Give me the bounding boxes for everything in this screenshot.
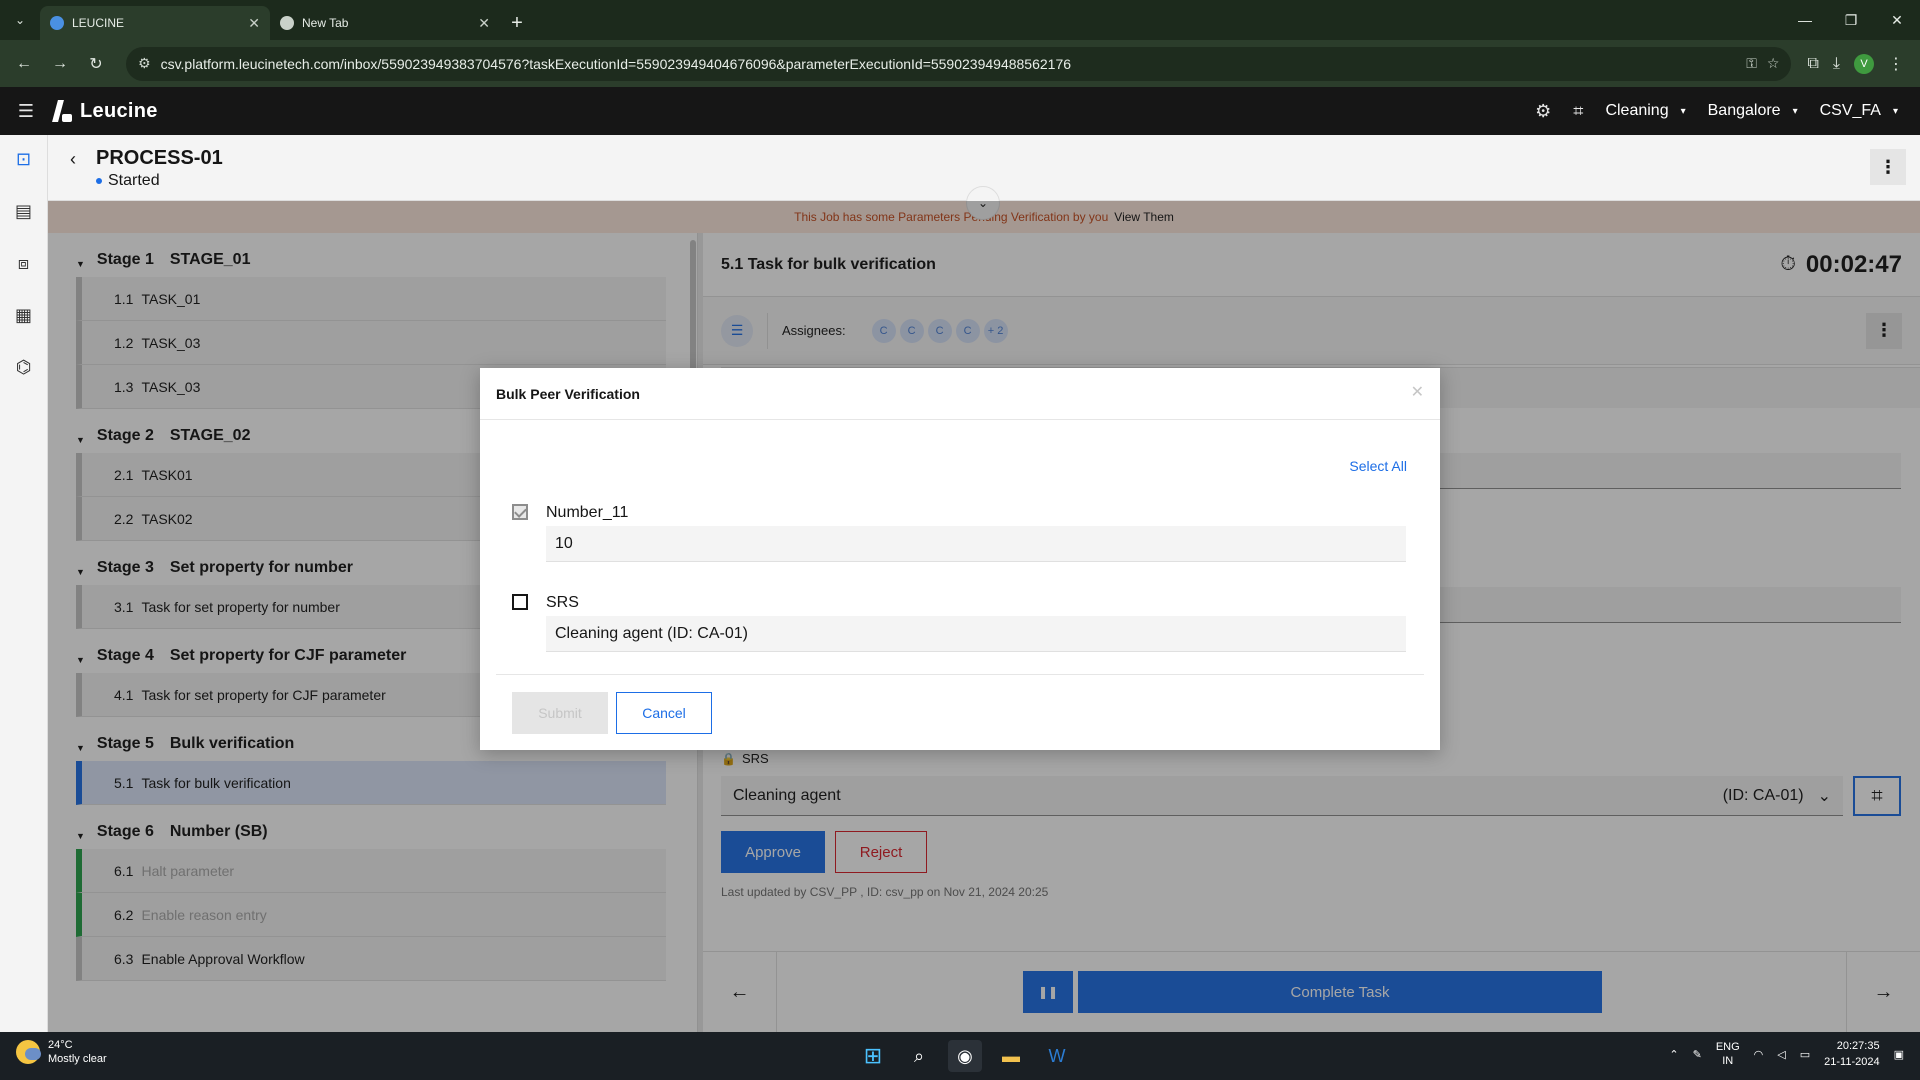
weather-widget[interactable]: 24°C Mostly clear	[16, 1038, 107, 1066]
chrome-app-icon[interactable]: ◉	[948, 1040, 982, 1072]
pen-menu-icon[interactable]: ✎	[1693, 1048, 1702, 1061]
cancel-button[interactable]: Cancel	[616, 692, 712, 734]
jobs-clipboard-icon[interactable]: ▤	[10, 197, 38, 225]
windows-taskbar: 24°C Mostly clear ⊞ ⌕ ◉ ▬ W ⌃ ✎ ENG IN ◠…	[0, 1032, 1920, 1080]
minimize-icon[interactable]: —	[1782, 0, 1828, 40]
browser-tab-bar: ⌄ LEUCINE ✕ New Tab ✕ + — ❐ ✕	[0, 0, 1920, 40]
battery-icon[interactable]: ▭	[1800, 1048, 1810, 1061]
submit-button[interactable]: Submit	[512, 692, 608, 734]
address-bar[interactable]: ⚙ csv.platform.leucinetech.com/inbox/559…	[126, 46, 1792, 81]
user-label: CSV_FA	[1819, 102, 1881, 119]
param-value-srs: Cleaning agent (ID: CA-01)	[546, 616, 1406, 652]
bookmark-star-icon[interactable]: ☆	[1767, 55, 1780, 72]
downloads-icon[interactable]: ⤓	[1833, 55, 1840, 73]
tab-title: New Tab	[302, 16, 349, 30]
tab-search-icon[interactable]: ⌄	[0, 0, 40, 40]
leucine-logo-icon	[52, 100, 74, 122]
leucine-favicon-icon	[50, 16, 64, 30]
wifi-icon[interactable]: ◠	[1754, 1048, 1764, 1061]
browser-tab-leucine[interactable]: LEUCINE ✕	[40, 6, 270, 40]
new-tab-plus-icon[interactable]: +	[500, 6, 534, 40]
temperature: 24°C	[48, 1039, 73, 1051]
language-2: IN	[1722, 1055, 1734, 1067]
hamburger-menu-icon[interactable]: ☰	[0, 101, 52, 122]
chevron-down-icon: ▾	[1892, 105, 1898, 117]
site-info-icon[interactable]: ⚙	[138, 55, 151, 72]
chevron-up-icon[interactable]: ⌃	[1669, 1048, 1678, 1061]
facility-dropdown[interactable]: Cleaning ▾	[1605, 102, 1685, 120]
param-name-number-11: Number_11	[546, 504, 629, 521]
time: 20:27:35	[1836, 1040, 1880, 1052]
inbox-icon[interactable]: ⊡	[10, 145, 38, 173]
windows-start-icon[interactable]: ⊞	[856, 1040, 890, 1072]
number-11-checkbox[interactable]	[512, 504, 528, 520]
chrome-favicon-icon	[280, 16, 294, 30]
file-explorer-icon[interactable]: ▬	[994, 1040, 1028, 1072]
job-title: PROCESS-01	[96, 147, 223, 169]
word-app-icon[interactable]: W	[1040, 1040, 1074, 1072]
profile-avatar[interactable]: V	[1854, 53, 1874, 74]
browser-menu-icon[interactable]: ⋮	[1888, 54, 1904, 74]
param-value-number-11: 10	[546, 526, 1406, 562]
ontology-tree-icon[interactable]: ⌬	[10, 353, 38, 381]
taskbar-clock[interactable]: 20:27:35 21-11-2024	[1824, 1038, 1879, 1070]
notifications-icon[interactable]: ▣	[1894, 1048, 1904, 1061]
scan-icon[interactable]: ⌗	[1573, 101, 1583, 122]
leucine-logo[interactable]: Leucine	[52, 100, 158, 123]
brand-name: Leucine	[80, 99, 158, 122]
forward-icon[interactable]: →	[46, 50, 74, 78]
param-name-srs: SRS	[546, 594, 579, 611]
close-window-icon[interactable]: ✕	[1874, 0, 1920, 40]
chevron-down-icon: ▾	[1792, 105, 1798, 117]
window-controls: — ❐ ✕	[1782, 0, 1920, 40]
weather-icon	[16, 1040, 41, 1064]
close-tab-icon[interactable]: ✕	[248, 15, 260, 32]
back-icon[interactable]: ←	[10, 50, 38, 78]
weather-text: 24°C Mostly clear	[48, 1038, 107, 1066]
url-text[interactable]: csv.platform.leucinetech.com/inbox/55902…	[161, 56, 1737, 72]
language-indicator[interactable]: ENG IN	[1716, 1040, 1740, 1068]
app-header: ☰ Leucine ⚙ ⌗ Cleaning ▾ Bangalore ▾ CSV…	[0, 87, 1920, 135]
select-all-link[interactable]: Select All	[1349, 458, 1407, 474]
restore-icon[interactable]: ❐	[1828, 0, 1874, 40]
job-status-text: Started	[108, 172, 160, 189]
left-nav-rail: ⊡ ▤ ⧈ ▦ ⌬	[0, 135, 48, 1032]
chevron-down-icon: ▾	[1680, 105, 1686, 117]
tab-title: LEUCINE	[72, 16, 125, 30]
browser-tab-new[interactable]: New Tab ✕	[270, 6, 500, 40]
calendar-icon[interactable]: ▦	[10, 301, 38, 329]
search-icon[interactable]: ⌕	[902, 1040, 936, 1072]
password-key-icon[interactable]: ⚿	[1746, 55, 1757, 72]
extensions-icon[interactable]: ⧉	[1807, 55, 1818, 73]
site-label: Bangalore	[1707, 102, 1781, 119]
weather-condition: Mostly clear	[48, 1053, 107, 1065]
facility-label: Cleaning	[1605, 102, 1669, 119]
volume-icon[interactable]: ◁	[1777, 1048, 1785, 1061]
close-icon[interactable]: ✕	[1411, 382, 1424, 402]
settings-gear-icon[interactable]: ⚙	[1535, 101, 1551, 122]
user-dropdown[interactable]: CSV_FA ▾	[1820, 102, 1898, 120]
date: 21-11-2024	[1824, 1056, 1880, 1068]
checklists-icon[interactable]: ⧈	[10, 249, 38, 277]
site-dropdown[interactable]: Bangalore ▾	[1708, 102, 1798, 120]
reload-icon[interactable]: ↻	[82, 50, 110, 78]
job-more-options-icon[interactable]: ⋮	[1870, 149, 1906, 185]
close-tab-icon[interactable]: ✕	[478, 15, 490, 32]
bulk-peer-verification-modal: Bulk Peer Verification ✕ Select All Numb…	[480, 368, 1440, 750]
language-1: ENG	[1715, 1041, 1740, 1053]
browser-toolbar: ← → ↻ ⚙ csv.platform.leucinetech.com/inb…	[0, 40, 1920, 87]
srs-checkbox[interactable]	[512, 594, 528, 610]
back-arrow-icon[interactable]: ‹	[70, 149, 76, 170]
job-status: Started	[96, 172, 160, 190]
modal-title: Bulk Peer Verification	[480, 368, 1440, 420]
divider	[496, 674, 1424, 675]
status-dot-icon	[96, 177, 102, 184]
